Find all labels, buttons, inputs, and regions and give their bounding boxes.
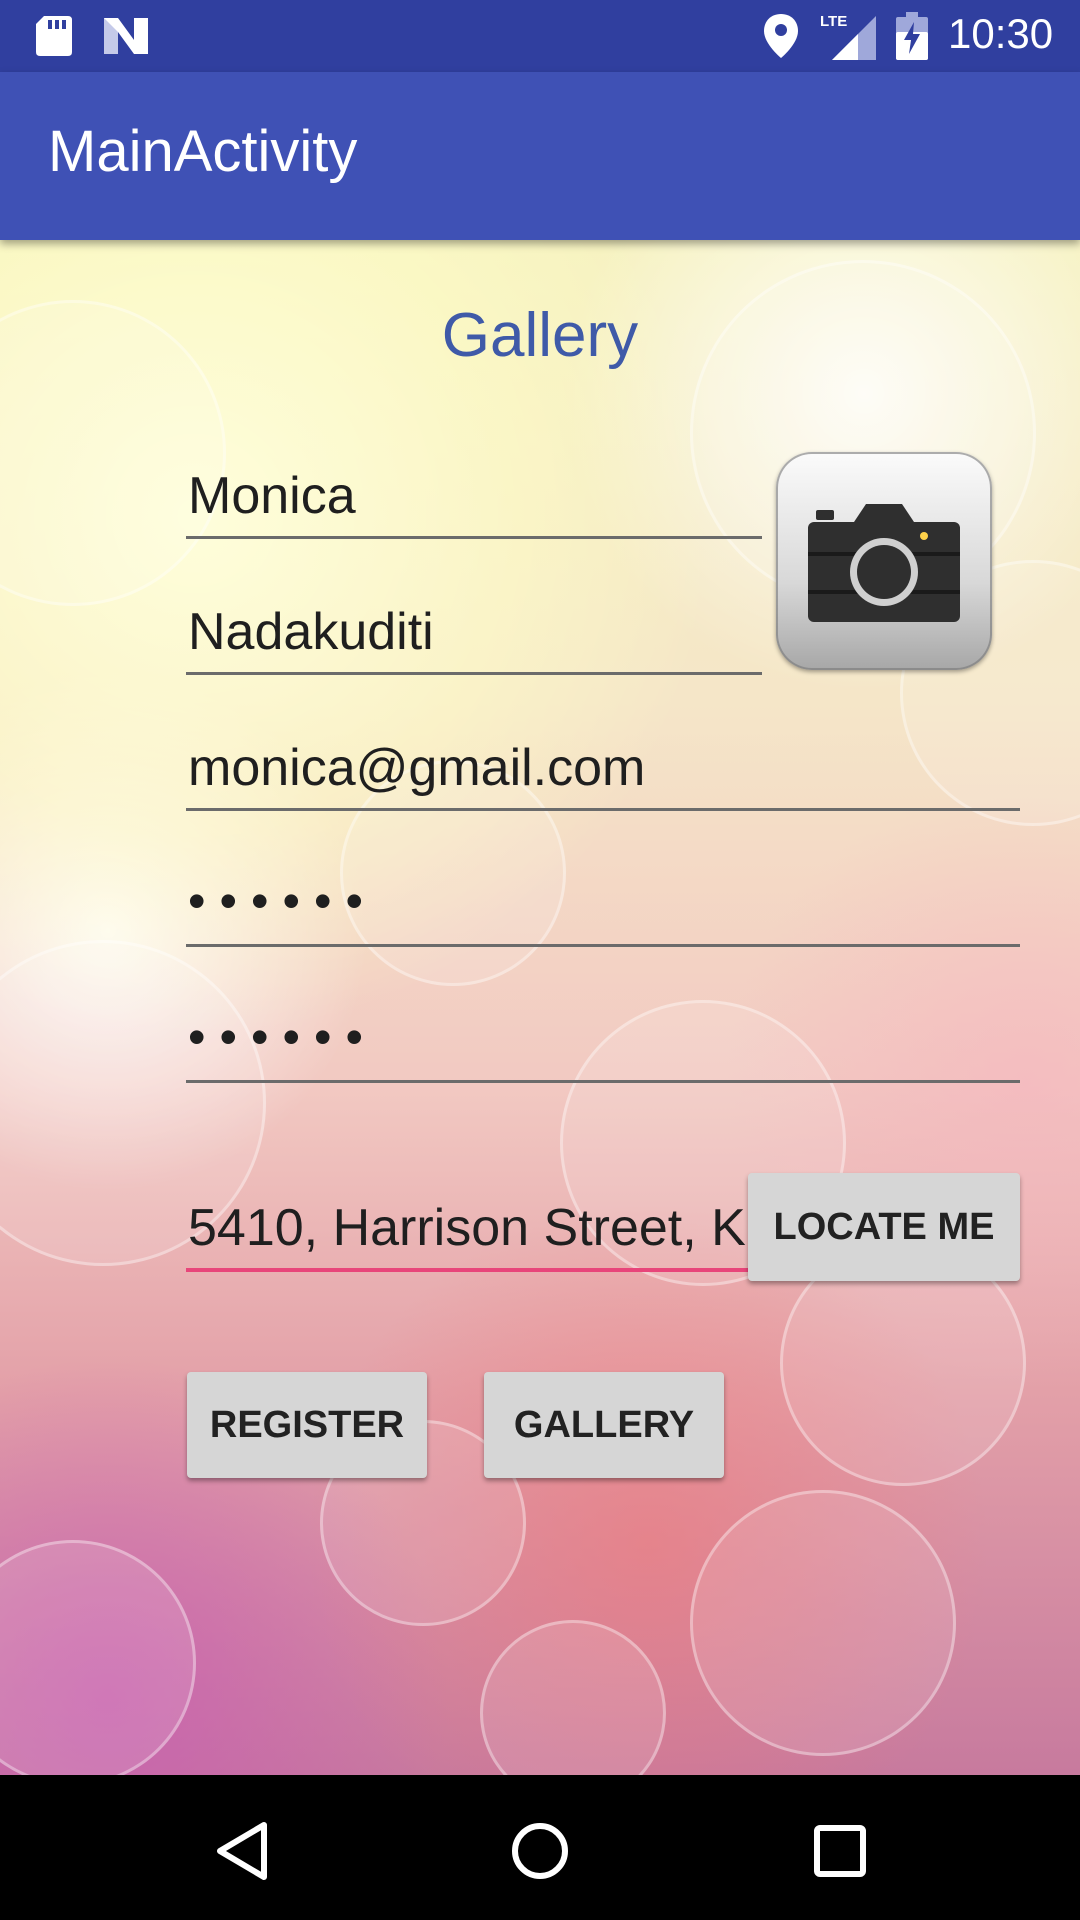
recents-icon[interactable] (810, 1821, 870, 1881)
navigation-bar (0, 1775, 1080, 1920)
email-field[interactable]: monica@gmail.com (186, 728, 1020, 811)
confirm-password-value: •••••• (188, 1009, 378, 1065)
address-value: 5410, Harrison Street, K (188, 1199, 746, 1257)
bokeh-circle (480, 1620, 666, 1775)
gallery-heading: Gallery (441, 301, 639, 370)
sd-card-icon (36, 16, 72, 56)
n-notification-icon (104, 18, 148, 54)
camera-button[interactable] (776, 452, 992, 670)
bokeh-circle (0, 1540, 196, 1775)
email-value: monica@gmail.com (188, 739, 646, 797)
confirm-password-field[interactable]: •••••• (186, 1000, 1020, 1083)
network-type-label: LTE (820, 13, 847, 30)
location-icon (764, 14, 798, 58)
password-value: •••••• (188, 873, 378, 929)
bokeh-circle (690, 1490, 956, 1756)
first-name-field[interactable]: Monica (186, 456, 762, 539)
last-name-value: Nadakuditi (188, 603, 434, 661)
back-icon[interactable] (212, 1821, 272, 1881)
password-field[interactable]: •••••• (186, 864, 1020, 947)
app-title: MainActivity (48, 119, 358, 184)
status-clock: 10:30 (948, 10, 1054, 57)
camera-icon (808, 504, 960, 622)
home-icon[interactable] (510, 1821, 570, 1881)
register-button[interactable]: REGISTER (187, 1372, 427, 1478)
battery-charging-icon (896, 12, 928, 60)
gallery-button[interactable]: GALLERY (484, 1372, 724, 1478)
locate-me-button[interactable]: LOCATE ME (748, 1173, 1020, 1281)
first-name-value: Monica (188, 467, 356, 525)
last-name-field[interactable]: Nadakuditi (186, 592, 762, 675)
address-field[interactable]: 5410, Harrison Street, K (186, 1188, 750, 1272)
status-bar: LTE 10:30 (0, 0, 1080, 72)
lte-signal-icon: LTE (820, 13, 876, 60)
app-bar: MainActivity (0, 72, 1080, 240)
